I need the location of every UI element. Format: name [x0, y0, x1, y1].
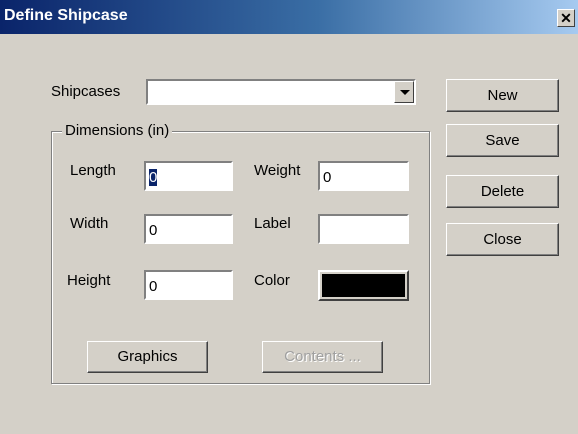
close-window-button[interactable]: ✕: [557, 9, 575, 27]
color-label: Color: [254, 272, 290, 289]
chevron-down-icon[interactable]: [394, 81, 414, 103]
weight-label: Weight: [254, 162, 301, 179]
weight-value: 0: [323, 169, 332, 186]
dimensions-legend: Dimensions (in): [62, 122, 173, 139]
width-field[interactable]: 0: [144, 214, 233, 244]
label-label: Label: [254, 215, 291, 232]
close-icon: ✕: [560, 10, 572, 26]
title-bar[interactable]: Define Shipcase ✕: [0, 0, 578, 34]
color-picker-button[interactable]: [318, 270, 409, 301]
width-label: Width: [70, 215, 109, 232]
save-button[interactable]: Save: [446, 124, 559, 157]
shipcases-dropdown[interactable]: [146, 79, 416, 105]
label-field[interactable]: [318, 214, 409, 244]
length-value: 0: [149, 169, 158, 186]
width-value: 0: [149, 222, 158, 239]
shipcases-label: Shipcases: [51, 83, 121, 100]
contents-button[interactable]: Contents ...: [262, 341, 383, 373]
length-field[interactable]: 0: [144, 161, 233, 191]
graphics-button[interactable]: Graphics: [87, 341, 208, 373]
delete-button[interactable]: Delete: [446, 175, 559, 208]
height-value: 0: [149, 278, 158, 295]
window-title: Define Shipcase: [4, 7, 128, 24]
weight-field[interactable]: 0: [318, 161, 409, 191]
height-label: Height: [67, 272, 111, 289]
new-button[interactable]: New: [446, 79, 559, 112]
height-field[interactable]: 0: [144, 270, 233, 300]
length-label: Length: [70, 162, 116, 179]
close-button[interactable]: Close: [446, 223, 559, 256]
